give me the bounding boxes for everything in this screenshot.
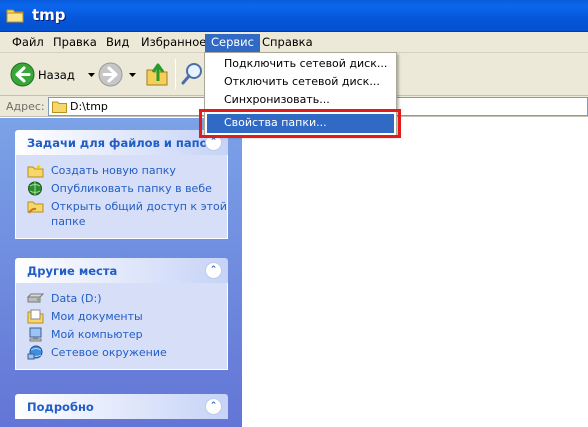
file-tasks-title: Задачи для файлов и папок	[27, 136, 216, 150]
place-data-drive[interactable]: Data (D:)	[16, 291, 227, 306]
search-icon[interactable]	[180, 61, 204, 87]
share-folder-icon	[27, 201, 44, 214]
other-places-title: Другие места	[27, 264, 118, 278]
menu-tools[interactable]: Сервис	[205, 34, 260, 52]
task-label: Открыть общий доступ к этой папке	[51, 200, 227, 228]
file-tasks-panel: Задачи для файлов и папок ⌃ Создать нову…	[15, 130, 228, 239]
details-panel: Подробно ⌃	[15, 394, 228, 419]
publish-web-icon	[28, 181, 42, 196]
address-label: Адрес:	[6, 100, 45, 113]
details-header[interactable]: Подробно ⌃	[15, 394, 228, 419]
task-new-folder[interactable]: Создать новую папку	[16, 163, 227, 178]
menu-view[interactable]: Вид	[100, 34, 135, 52]
drive-icon	[27, 293, 44, 303]
toolbar-separator	[175, 59, 176, 89]
details-title: Подробно	[27, 400, 94, 414]
window-title: tmp	[32, 6, 66, 24]
task-pane: Задачи для файлов и папок ⌃ Создать нову…	[0, 118, 242, 427]
task-publish-web[interactable]: Опубликовать папку в вебе	[16, 181, 227, 196]
chevron-down-icon[interactable]	[129, 73, 136, 77]
file-tasks-body: Создать новую папку Опубликовать папку в…	[15, 155, 228, 239]
menu-edit[interactable]: Правка	[47, 34, 103, 52]
folder-icon	[6, 9, 24, 23]
task-label: Создать новую папку	[51, 164, 176, 177]
folder-up-icon[interactable]	[145, 61, 169, 87]
menu-item-disconnect-network-drive[interactable]: Отключить сетевой диск...	[207, 73, 394, 92]
back-arrow-icon	[10, 62, 35, 87]
other-places-panel: Другие места ⌃ Data (D:) Мои документы М…	[15, 258, 228, 370]
new-folder-icon	[27, 164, 44, 178]
back-label: Назад	[38, 68, 75, 82]
collapse-icon[interactable]: ⌃	[205, 398, 222, 415]
task-share-folder[interactable]: Открыть общий доступ к этой папке	[16, 199, 227, 229]
title-bar[interactable]: tmp	[0, 0, 588, 32]
other-places-body: Data (D:) Мои документы Мой компьютер Се…	[15, 283, 228, 370]
menu-file[interactable]: Файл	[6, 34, 50, 52]
place-label: Сетевое окружение	[51, 346, 167, 359]
other-places-header[interactable]: Другие места ⌃	[15, 258, 228, 283]
place-label: Data (D:)	[51, 292, 102, 305]
my-documents-icon	[27, 309, 44, 324]
menu-item-synchronize[interactable]: Синхронизовать...	[207, 91, 394, 110]
network-places-icon	[27, 345, 43, 360]
place-my-documents[interactable]: Мои документы	[16, 309, 227, 324]
forward-button[interactable]	[98, 62, 123, 87]
place-label: Мои документы	[51, 310, 143, 323]
folder-icon	[52, 101, 67, 113]
place-network[interactable]: Сетевое окружение	[16, 345, 227, 360]
menu-bar: Файл Правка Вид Избранное Сервис Справка	[0, 32, 588, 53]
chevron-down-icon[interactable]	[88, 73, 95, 77]
task-label: Опубликовать папку в вебе	[51, 182, 212, 195]
my-computer-icon	[29, 327, 42, 342]
file-tasks-header[interactable]: Задачи для файлов и папок ⌃	[15, 130, 228, 155]
address-value: D:\tmp	[70, 100, 108, 113]
collapse-icon[interactable]: ⌃	[205, 262, 222, 279]
annotation-highlight-box	[199, 109, 401, 138]
menu-item-map-network-drive[interactable]: Подключить сетевой диск...	[207, 55, 394, 74]
place-my-computer[interactable]: Мой компьютер	[16, 327, 227, 342]
menu-help[interactable]: Справка	[256, 34, 319, 52]
place-label: Мой компьютер	[51, 328, 143, 341]
menu-favorites[interactable]: Избранное	[135, 34, 212, 52]
